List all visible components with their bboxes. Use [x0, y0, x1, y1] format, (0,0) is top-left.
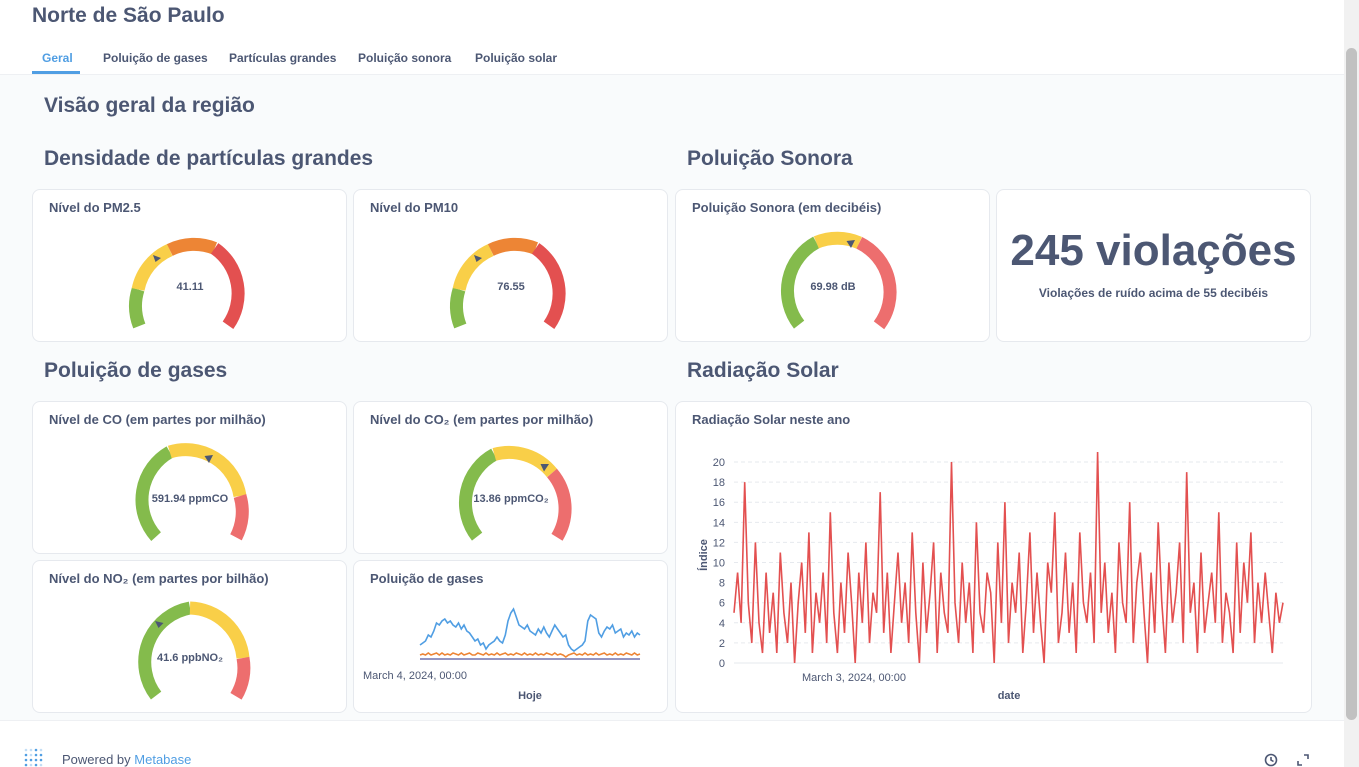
dashboard-title: Norte de São Paulo [32, 4, 225, 27]
section-heading-solar: Radiação Solar [687, 359, 839, 382]
scrollbar-thumb[interactable] [1346, 48, 1357, 720]
gases-line-chart: March 4, 2024, 00:00 Hoje [363, 607, 641, 702]
co2-gauge: 13.86 ppmCO₂ [458, 445, 572, 541]
tab-poluicao-solar[interactable]: Poluição solar [475, 51, 557, 65]
clock-icon[interactable] [1264, 753, 1278, 767]
powered-by-text: Powered by Metabase [62, 752, 191, 767]
y-tick-label: 14 [713, 517, 725, 529]
pm25-gauge: 41.11 [129, 237, 245, 330]
tab-particulas-grandes[interactable]: Partículas grandes [229, 51, 336, 65]
gauge-value: 13.86 ppmCO₂ [473, 493, 548, 505]
tab-poluicao-de-gases[interactable]: Poluição de gases [103, 51, 208, 65]
solar-line-chart: Índice March 3, 2024, 00:00 date 0 2 4 6 8 10… [697, 451, 1284, 702]
gases-series-line [419, 607, 641, 652]
active-tab-indicator [32, 71, 80, 74]
dashboard-header: Norte de São Paulo Geral Poluição de gas… [0, 0, 1344, 75]
gases-chart-card[interactable]: Poluição de gases March 4, 2024, 00:00 H… [353, 560, 668, 713]
metabase-logo-icon [24, 748, 43, 767]
noise-gauge: 69.98 dB [780, 231, 897, 330]
violations-number: 245 violações [1010, 226, 1297, 275]
section-heading-noise: Poluição Sonora [687, 147, 853, 170]
solar-series-line [733, 451, 1284, 664]
solar-chart-card[interactable]: Radiação Solar neste ano Índice March 3,… [675, 401, 1312, 713]
y-tick-label: 0 [719, 658, 725, 670]
y-tick-label: 18 [713, 477, 725, 489]
co2-card[interactable]: Nível do CO₂ (em partes por milhão) 13.8… [353, 401, 668, 554]
violations-caption: Violações de ruído acima de 55 decibéis [1038, 286, 1269, 300]
section-heading-gases: Poluição de gases [44, 359, 228, 382]
gauge-value: 41.6 ppbNO₂ [157, 652, 223, 664]
x-tick-label: March 3, 2024, 00:00 [802, 672, 906, 684]
gauge-value: 591.94 ppmCO [152, 493, 229, 505]
tab-geral[interactable]: Geral [42, 51, 73, 65]
violations-card[interactable]: 245 violações Violações de ruído acima d… [996, 189, 1311, 342]
x-axis-label: date [998, 690, 1021, 702]
no2-card[interactable]: Nível do NO₂ (em partes por bilhão) 41.6… [32, 560, 347, 713]
y-tick-label: 10 [713, 558, 725, 570]
no2-gauge: 41.6 ppbNO₂ [138, 601, 251, 700]
y-tick-label: 12 [713, 537, 725, 549]
noise-gauge-card[interactable]: Poluição Sonora (em decibéis) 69.98 dB [675, 189, 990, 342]
y-tick-label: 6 [719, 598, 725, 610]
y-tick-label: 4 [719, 618, 725, 630]
tab-poluicao-sonora[interactable]: Poluição sonora [358, 51, 451, 65]
section-heading-particles: Densidade de partículas grandes [44, 147, 374, 170]
pm10-card[interactable]: Nível do PM10 76.55 [353, 189, 668, 342]
y-tick-label: 16 [713, 497, 725, 509]
overview-heading: Visão geral da região [44, 94, 255, 117]
co-card[interactable]: Nível de CO (em partes por milhão) 591.9… [32, 401, 347, 554]
x-axis-label: Hoje [518, 690, 542, 702]
y-tick-label: 2 [719, 638, 725, 650]
gauge-value: 41.11 [177, 281, 204, 293]
gauge-value: 76.55 [497, 281, 525, 293]
y-tick-label: 20 [713, 457, 725, 469]
gases-series-line [419, 652, 641, 658]
x-tick-label: March 4, 2024, 00:00 [363, 670, 467, 682]
y-axis-label: Índice [697, 539, 710, 571]
pm25-card[interactable]: Nível do PM2.5 41.11 [32, 189, 347, 342]
gauge-value: 69.98 dB [810, 281, 855, 293]
powered-by-label: Powered by [62, 752, 131, 767]
fullscreen-icon[interactable] [1296, 753, 1310, 767]
footer: Powered by Metabase [0, 720, 1344, 767]
metabase-link[interactable]: Metabase [134, 752, 191, 767]
co-gauge: 591.94 ppmCO [135, 443, 249, 541]
pm10-gauge: 76.55 [450, 237, 566, 330]
y-tick-label: 8 [719, 578, 725, 590]
